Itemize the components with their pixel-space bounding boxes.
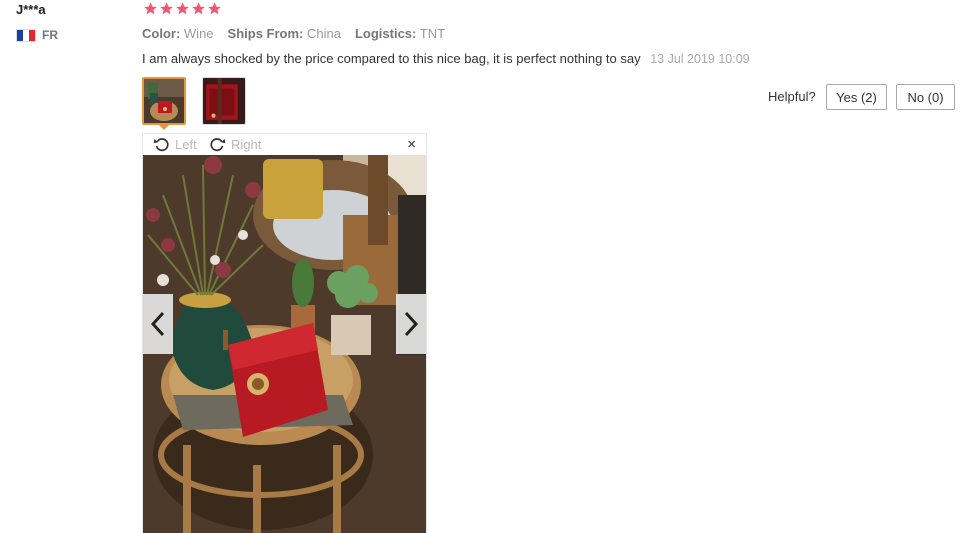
review-date: 13 Jul 2019 10:09 (650, 52, 750, 66)
rotate-left-icon (153, 138, 169, 152)
star-icon (208, 2, 221, 15)
star-icon (176, 2, 189, 15)
flag-fr-icon (16, 28, 36, 42)
star-rating (143, 1, 222, 16)
rotate-left-button[interactable]: Left (153, 136, 197, 153)
attribute-ships-from: Ships From: China (227, 26, 341, 41)
country-code: FR (42, 28, 58, 42)
star-icon (160, 2, 173, 15)
helpful-label: Helpful? (768, 89, 816, 104)
review-attributes: Color: Wine Ships From: China Logistics:… (142, 26, 445, 41)
reviewer-country: FR (16, 28, 58, 42)
star-icon (192, 2, 205, 15)
review-photo-thumbnail-2[interactable] (202, 77, 246, 125)
photo-viewer: Left Right × (142, 133, 427, 533)
close-icon[interactable]: × (407, 136, 416, 153)
helpful-yes-button[interactable]: Yes (2) (826, 84, 887, 110)
active-thumbnail-indicator (158, 124, 170, 130)
review-photo (143, 155, 426, 533)
attribute-logistics: Logistics: TNT (354, 26, 446, 41)
attribute-color: Color: Wine (142, 26, 214, 41)
review-photo-thumbnail-1[interactable] (142, 77, 186, 125)
chevron-left-icon (150, 311, 165, 337)
review-body: I am always shocked by the price compare… (142, 51, 750, 66)
previous-photo-button[interactable] (143, 294, 173, 354)
next-photo-button[interactable] (396, 294, 426, 354)
rotate-left-label: Left (175, 137, 197, 152)
rotate-right-button[interactable]: Right (209, 136, 261, 153)
reviewer-name: J***a (16, 2, 46, 17)
photo-viewer-toolbar: Left Right × (143, 134, 426, 155)
review-text: I am always shocked by the price compare… (142, 51, 641, 66)
chevron-right-icon (404, 311, 419, 337)
rotate-right-icon (210, 138, 226, 152)
star-icon (144, 2, 157, 15)
helpful-no-button[interactable]: No (0) (896, 84, 955, 110)
rotate-right-label: Right (231, 137, 262, 152)
